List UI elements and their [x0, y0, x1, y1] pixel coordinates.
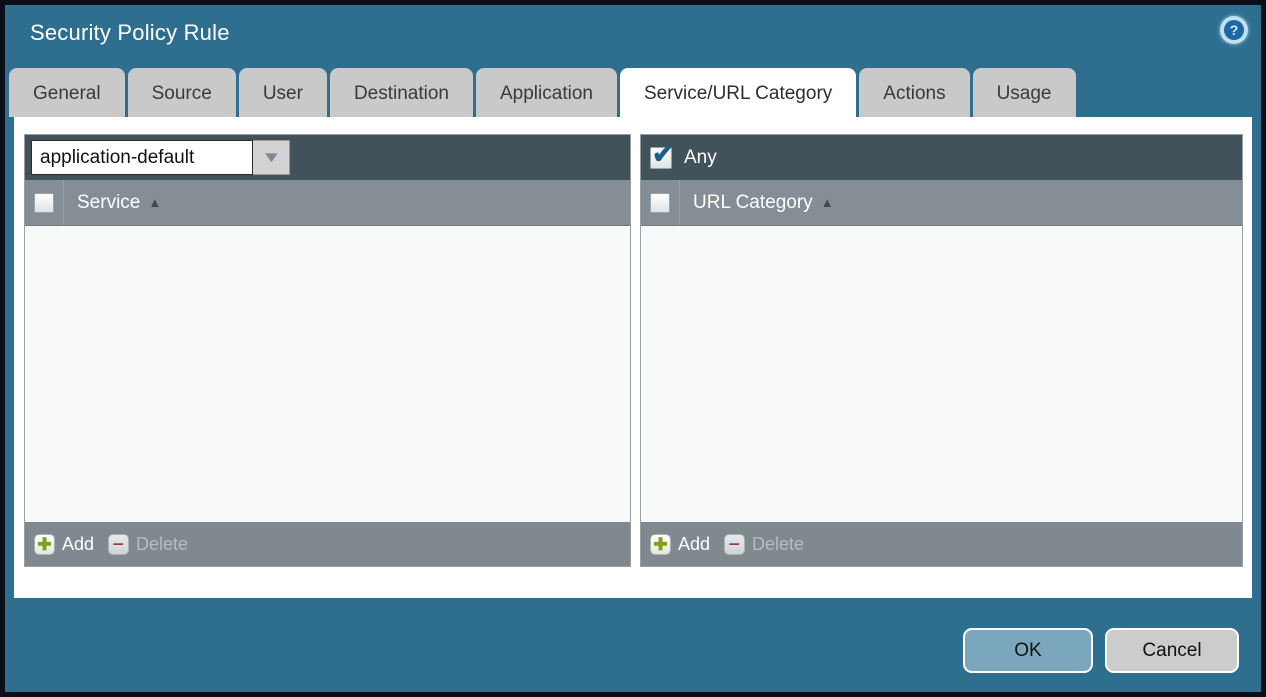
url-category-panel: ✔ Any URL Category ▲ ✚	[640, 134, 1243, 567]
tab-destination[interactable]: Destination	[330, 68, 473, 117]
service-select-all-checkbox[interactable]	[34, 193, 54, 213]
service-type-input[interactable]	[31, 140, 253, 175]
service-list[interactable]	[25, 226, 630, 522]
delete-icon: −	[724, 534, 745, 555]
help-icon: ?	[1224, 20, 1244, 40]
ok-button[interactable]: OK	[963, 628, 1093, 673]
tab-usage[interactable]: Usage	[973, 68, 1076, 117]
check-icon: ✔	[652, 139, 674, 170]
url-category-panel-header: ✔ Any	[641, 135, 1242, 180]
cancel-button[interactable]: Cancel	[1105, 628, 1239, 673]
tab-actions[interactable]: Actions	[859, 68, 969, 117]
url-category-panel-footer: ✚ Add − Delete	[641, 522, 1242, 566]
service-delete-button[interactable]: − Delete	[108, 534, 188, 555]
delete-icon: −	[108, 534, 129, 555]
url-category-column-header: URL Category ▲	[641, 180, 1242, 226]
url-category-column-label[interactable]: URL Category	[693, 192, 813, 214]
tab-user[interactable]: User	[239, 68, 327, 117]
any-checkbox[interactable]: ✔	[650, 147, 672, 169]
service-add-button[interactable]: ✚ Add	[34, 534, 94, 555]
service-panel-footer: ✚ Add − Delete	[25, 522, 630, 566]
url-category-select-all-checkbox[interactable]	[650, 193, 670, 213]
sort-asc-icon[interactable]: ▲	[148, 195, 161, 210]
service-select-all-cell	[25, 180, 64, 225]
dialog-title: Security Policy Rule	[30, 20, 230, 46]
security-policy-rule-dialog: Security Policy Rule ? General Source Us…	[5, 5, 1261, 692]
service-type-dropdown: ▼	[31, 140, 290, 175]
sort-asc-icon[interactable]: ▲	[821, 195, 834, 210]
any-label: Any	[684, 147, 717, 169]
service-column-header: Service ▲	[25, 180, 630, 226]
tab-content: ▼ Service ▲ ✚	[14, 117, 1252, 598]
url-category-select-all-cell	[641, 180, 680, 225]
tab-service-url-category[interactable]: Service/URL Category	[620, 68, 856, 117]
url-category-list[interactable]	[641, 226, 1242, 522]
service-panel: ▼ Service ▲ ✚	[24, 134, 631, 567]
service-column-label[interactable]: Service	[77, 192, 140, 214]
tab-application[interactable]: Application	[476, 68, 617, 117]
chevron-down-icon: ▼	[261, 149, 282, 166]
any-row: ✔ Any	[650, 135, 717, 180]
url-category-delete-button[interactable]: − Delete	[724, 534, 804, 555]
service-type-dropdown-button[interactable]: ▼	[253, 140, 290, 175]
add-icon: ✚	[650, 534, 671, 555]
add-icon: ✚	[34, 534, 55, 555]
screen: Security Policy Rule ? General Source Us…	[0, 0, 1266, 697]
service-panel-header: ▼	[25, 135, 630, 180]
url-category-add-button[interactable]: ✚ Add	[650, 534, 710, 555]
help-button[interactable]: ?	[1220, 16, 1248, 44]
tab-source[interactable]: Source	[128, 68, 236, 117]
tab-general[interactable]: General	[9, 68, 125, 117]
tab-bar: General Source User Destination Applicat…	[9, 68, 1076, 117]
